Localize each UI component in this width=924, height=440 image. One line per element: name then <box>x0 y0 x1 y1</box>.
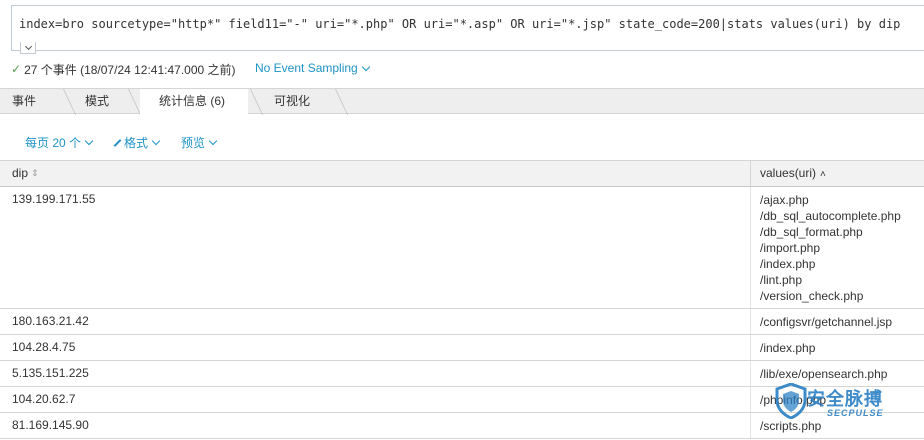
uri-value[interactable]: /import.php <box>760 240 924 256</box>
format-label: 格式 <box>124 136 149 150</box>
table-row: 139.199.171.55/ajax.php/db_sql_autocompl… <box>0 187 924 309</box>
table-row: 180.163.21.42/configsvr/getchannel.jsp <box>0 309 924 335</box>
expand-search-button[interactable] <box>20 42 36 54</box>
chevron-down-icon <box>24 42 32 50</box>
column-divider <box>750 309 751 334</box>
column-divider <box>750 187 751 308</box>
uri-value[interactable]: /ajax.php <box>760 192 924 208</box>
secpulse-watermark-logo: 安全脉搏 SECPULSE <box>775 383 915 423</box>
cell-values-uri: /configsvr/getchannel.jsp <box>760 309 924 334</box>
tab-statistics[interactable]: 统计信息 (6) <box>140 89 248 115</box>
tab-bar: 事件 模式 统计信息 (6) 可视化 <box>0 88 924 115</box>
per-page-dropdown[interactable]: 每页 20 个 <box>25 134 94 151</box>
chevron-down-icon <box>208 136 218 146</box>
cell-values-uri: /index.php <box>760 335 924 360</box>
event-sampling-dropdown[interactable]: No Event Sampling <box>255 61 370 75</box>
uri-value[interactable]: /index.php <box>760 340 924 356</box>
chevron-down-icon <box>361 62 370 71</box>
table-header: dip ⇕ values(uri) ˄ <box>0 161 924 187</box>
cell-dip[interactable]: 81.169.145.90 <box>12 418 89 432</box>
tab-events[interactable]: 事件 <box>12 89 36 114</box>
check-icon: ✓ <box>11 62 22 76</box>
search-query-text[interactable]: index=bro sourcetype="http*" field11="-"… <box>19 17 900 31</box>
column-divider[interactable] <box>750 161 751 186</box>
tab-separator <box>63 89 77 115</box>
chevron-down-icon <box>151 136 161 146</box>
cell-dip[interactable]: 180.163.21.42 <box>12 314 89 328</box>
uri-value[interactable]: /version_check.php <box>760 288 924 304</box>
event-sampling-label: No Event Sampling <box>255 61 358 75</box>
format-dropdown[interactable]: 格式 <box>113 134 161 151</box>
uri-value[interactable]: /db_sql_autocomplete.php <box>760 208 924 224</box>
table-row: 104.28.4.75/index.php <box>0 335 924 361</box>
cell-dip[interactable]: 104.28.4.75 <box>12 340 75 354</box>
tab-patterns[interactable]: 模式 <box>85 89 109 114</box>
results-toolbar: 每页 20 个 格式 预览 <box>0 126 924 156</box>
chevron-down-icon <box>84 136 94 146</box>
job-status: ✓ 27 个事件 (18/07/24 12:41:47.000 之前) <box>11 61 236 77</box>
column-header-values-uri[interactable]: values(uri) ˄ <box>760 161 826 186</box>
tab-separator <box>250 89 264 115</box>
cell-values-uri: /ajax.php/db_sql_autocomplete.php/db_sql… <box>760 187 924 308</box>
uri-value[interactable]: /db_sql_format.php <box>760 224 924 240</box>
preview-dropdown[interactable]: 预览 <box>181 134 218 151</box>
search-box[interactable]: index=bro sourcetype="http*" field11="-"… <box>11 5 924 54</box>
watermark-subtitle: SECPULSE <box>827 408 884 418</box>
column-divider <box>750 361 751 386</box>
column-header-dip[interactable]: dip ⇕ <box>12 161 39 186</box>
shield-logo-icon <box>775 383 807 419</box>
cell-dip[interactable]: 104.20.62.7 <box>12 392 75 406</box>
per-page-label: 每页 20 个 <box>25 136 82 150</box>
uri-value[interactable]: /lib/exe/opensearch.php <box>760 366 924 382</box>
cell-dip[interactable]: 5.135.151.225 <box>12 366 89 380</box>
column-divider <box>750 387 751 412</box>
sort-icon: ⇕ <box>31 168 39 178</box>
tab-visualization[interactable]: 可视化 <box>274 89 310 114</box>
column-divider <box>750 413 751 438</box>
column-divider <box>750 335 751 360</box>
sort-ascending-icon: ˄ <box>820 169 826 180</box>
cell-dip[interactable]: 139.199.171.55 <box>12 192 95 206</box>
pencil-icon <box>113 138 122 147</box>
event-count-text: 27 个事件 (18/07/24 12:41:47.000 之前) <box>24 62 236 77</box>
tab-separator <box>335 89 349 115</box>
preview-label: 预览 <box>181 136 206 150</box>
uri-value[interactable]: /lint.php <box>760 272 924 288</box>
uri-value[interactable]: /configsvr/getchannel.jsp <box>760 314 924 330</box>
uri-value[interactable]: /index.php <box>760 256 924 272</box>
